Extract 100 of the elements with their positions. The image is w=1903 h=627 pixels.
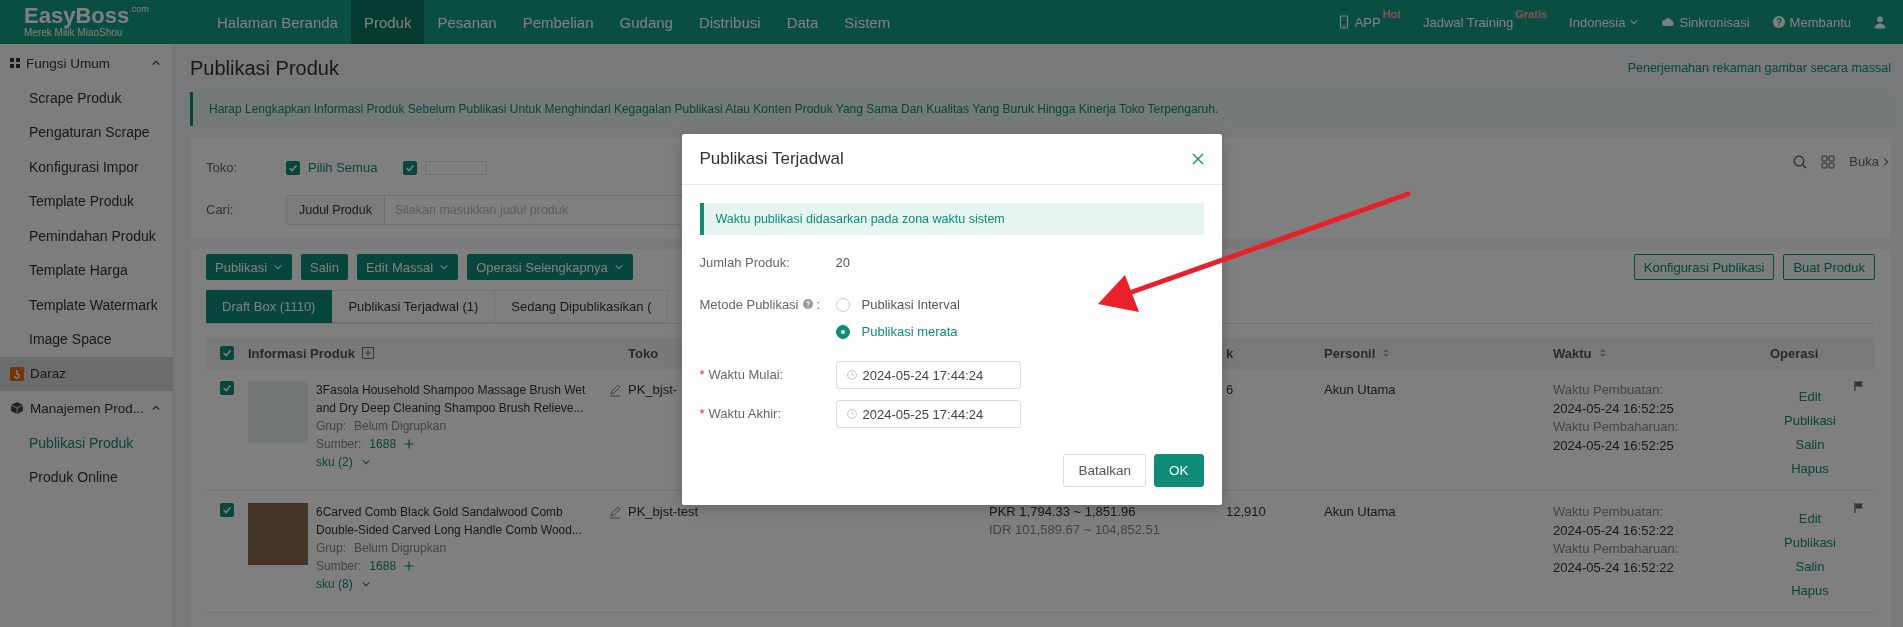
sku-toggle[interactable]: sku (2)	[316, 453, 353, 471]
action-link[interactable]: Publikasi	[1784, 413, 1836, 428]
caret-icon	[439, 262, 450, 272]
user-icon[interactable]	[1873, 15, 1887, 29]
language-selector[interactable]: Indonesia	[1569, 14, 1626, 30]
pencil-icon[interactable]	[608, 383, 622, 397]
product-title: 6Carved Comb Black Gold Sandalwood Comb Double-Sided Carved Long Handle Comb Wood...	[316, 504, 583, 539]
column-header[interactable]: Waktu	[1553, 345, 1592, 361]
sidebar-item[interactable]: Image Space	[0, 322, 173, 357]
time-value: 2024-05-24 16:52:25	[1553, 399, 1675, 418]
header-link[interactable]: Jadwal Training	[1422, 14, 1514, 30]
action-link[interactable]: Salin	[1795, 559, 1825, 574]
radio-option[interactable]: Publikasi Interval	[835, 295, 960, 314]
toolbar-button[interactable]: Salin	[301, 254, 348, 280]
header-link[interactable]: Membantu	[1789, 14, 1851, 30]
nav-tab[interactable]: Pesanan	[424, 0, 510, 44]
action-link[interactable]: Hapus	[1791, 461, 1829, 476]
status-tab[interactable]: Draft Box (1110)	[206, 290, 333, 323]
status-tab[interactable]: Publikasi Terjadwal (1)	[332, 290, 496, 323]
shop-name: PK_bjst-test	[628, 504, 699, 519]
column-header[interactable]: Personil	[1324, 345, 1376, 361]
expand-link[interactable]: Buka	[1849, 154, 1879, 169]
status-tab[interactable]: Sedang Dipublikasikan (	[495, 290, 669, 323]
action-link[interactable]: Edit	[1798, 511, 1822, 526]
plus-icon[interactable]	[404, 439, 415, 449]
caret-icon	[613, 262, 624, 272]
toolbar-button[interactable]: Publikasi	[206, 254, 293, 280]
sidebar-item[interactable]: Template Harga	[0, 253, 173, 288]
sidebar-item[interactable]: Pemindahan Produk	[0, 218, 173, 253]
translate-link[interactable]: Penerjemahan rekaman gambar secara massal	[1627, 61, 1891, 75]
field-label: Waktu Akhir:	[708, 405, 782, 421]
source-link[interactable]: 1688	[369, 435, 397, 453]
datetime-field[interactable]: 2024-05-25 17:44:24	[835, 400, 1021, 428]
nav-tab[interactable]: Distribusi	[685, 0, 774, 44]
checkbox[interactable]	[220, 346, 234, 360]
sort-icon[interactable]	[1381, 348, 1392, 358]
field-label: Jumlah Produk:	[699, 254, 790, 270]
checkbox[interactable]	[403, 160, 418, 175]
close-icon[interactable]	[1191, 153, 1204, 165]
radio-button[interactable]	[835, 297, 850, 312]
required-mark: *	[699, 405, 705, 421]
pencil-icon[interactable]	[608, 505, 622, 519]
sidebar-item[interactable]: Produk Online	[0, 460, 173, 495]
sidebar-item[interactable]: Scrape Produk	[0, 80, 173, 115]
nav-tab[interactable]: Gudang	[606, 0, 686, 44]
flag-icon[interactable]	[1854, 503, 1864, 513]
plus-icon[interactable]	[404, 561, 415, 571]
source-link[interactable]: 1688	[369, 557, 397, 575]
action-link[interactable]: Hapus	[1791, 583, 1829, 598]
sidebar-item[interactable]: Template Watermark	[0, 287, 173, 322]
sidebar-group[interactable]: Fungsi Umum	[0, 46, 173, 81]
checkbox[interactable]	[220, 503, 234, 517]
action-link[interactable]: Salin	[1795, 437, 1825, 452]
sidebar-group[interactable]: Daraz	[0, 356, 173, 391]
sku-toggle[interactable]: sku (8)	[316, 575, 353, 593]
cancel-button[interactable]: Batalkan	[1063, 454, 1146, 487]
toolbar-button[interactable]: Operasi Selengkapnya	[467, 254, 633, 280]
field-label: Metode Publikasi	[699, 296, 799, 312]
nav-tab[interactable]: Pembelian	[509, 0, 607, 44]
flag-icon[interactable]	[1854, 381, 1864, 391]
radio-option[interactable]: Publikasi merata	[835, 322, 960, 341]
chevron-down-icon	[1629, 17, 1640, 27]
help-icon	[1771, 15, 1786, 29]
help-icon[interactable]	[802, 299, 813, 309]
info-banner: Waktu publikasi didasarkan pada zona waktu sistem	[699, 203, 1204, 235]
header-link[interactable]: APP	[1354, 14, 1381, 30]
nav-tab[interactable]: Produk	[350, 0, 425, 44]
time-value: 2024-05-24 16:52:22	[1553, 521, 1675, 540]
promo-label: Hot	[1382, 8, 1401, 20]
checkbox[interactable]	[286, 160, 300, 175]
page-title: Publikasi Produk	[190, 56, 339, 80]
logo-tagline: Merek Milik MiaoShou	[24, 27, 123, 39]
nav-tab[interactable]: Data	[773, 0, 832, 44]
nav-tab[interactable]: Sistem	[831, 0, 904, 44]
ok-button[interactable]: OK	[1154, 454, 1204, 487]
toolbar-button[interactable]: Buat Produk	[1783, 254, 1875, 280]
header-link[interactable]: Sinkronisasi	[1679, 14, 1750, 30]
caret-icon	[273, 262, 284, 272]
expand-icon[interactable]	[360, 346, 375, 360]
toolbar-button[interactable]: Konfigurasi Publikasi	[1633, 254, 1775, 280]
sidebar-item[interactable]: Konfigurasi Impor	[0, 149, 173, 184]
field-label: Toko:	[206, 160, 239, 175]
layout-icon[interactable]	[1821, 154, 1836, 169]
checkbox[interactable]	[220, 381, 234, 395]
toolbar-button[interactable]: Edit Massal	[356, 254, 459, 280]
search-icon[interactable]	[1793, 154, 1808, 169]
action-link[interactable]: Edit	[1798, 389, 1822, 404]
check-icon	[221, 504, 233, 516]
sidebar-item[interactable]: Publikasi Produk	[0, 425, 173, 460]
sidebar-item[interactable]: Template Produk	[0, 184, 173, 219]
datetime-field[interactable]: 2024-05-24 17:44:24	[835, 361, 1021, 389]
sidebar-group[interactable]: Manajemen Prod...	[0, 391, 173, 426]
action-link[interactable]: Publikasi	[1784, 535, 1836, 550]
stock-value: 12,910	[1226, 503, 1267, 521]
radio-button[interactable]	[835, 324, 850, 339]
sidebar-item[interactable]: Pengaturan Scrape	[0, 115, 173, 150]
cloud-icon	[1661, 15, 1676, 29]
shop-logo-icon	[10, 366, 24, 381]
nav-tab[interactable]: Halaman Beranda	[204, 0, 351, 44]
checkbox-label[interactable]: Pilih Semua	[308, 160, 378, 175]
